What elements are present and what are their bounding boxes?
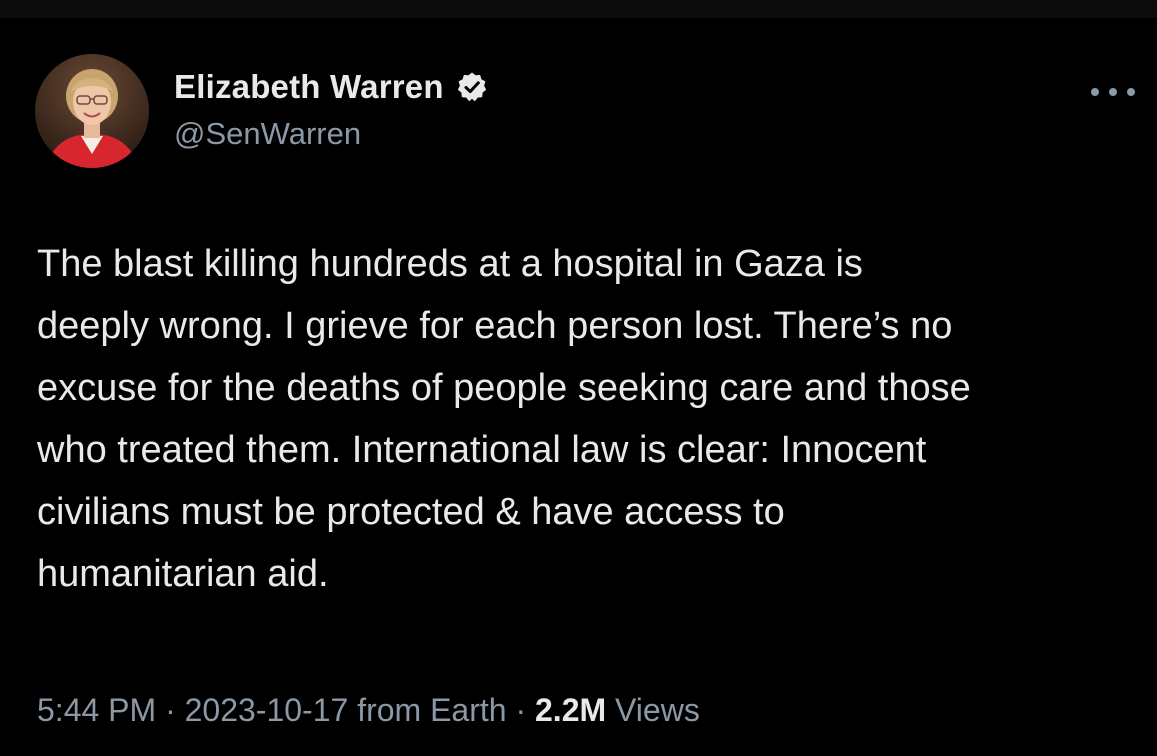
- tweet-text-line: civilians must be protected & have acces…: [37, 491, 785, 533]
- tweet-source: from Earth: [357, 692, 507, 728]
- tweet-text: The blast killing hundreds at a hospital…: [37, 233, 1147, 605]
- more-dot: [1127, 88, 1135, 96]
- tweet-text-line: humanitarian aid.: [37, 553, 329, 595]
- views-count[interactable]: 2.2M: [535, 692, 606, 728]
- avatar[interactable]: [35, 54, 149, 168]
- tweet-text-line: who treated them. International law is c…: [37, 429, 927, 471]
- views-label: Views: [615, 692, 700, 728]
- tweet-card: Elizabeth Warren @SenWarren The blast ki…: [0, 18, 1157, 756]
- meta-separator: ·: [156, 692, 185, 728]
- verified-badge-icon[interactable]: [456, 71, 488, 103]
- tweet-date[interactable]: 2023-10-17: [185, 692, 349, 728]
- avatar-photo: [35, 54, 149, 168]
- tweet-text-line: excuse for the deaths of people seeking …: [37, 367, 971, 409]
- more-dot: [1091, 88, 1099, 96]
- top-edge-strip: [0, 0, 1157, 18]
- more-dot: [1109, 88, 1117, 96]
- tweet-text-line: The blast killing hundreds at a hospital…: [37, 243, 863, 285]
- tweet-text-line: deeply wrong. I grieve for each person l…: [37, 305, 953, 347]
- tweet-meta: 5:44 PM · 2023-10-17 from Earth · 2.2M V…: [37, 692, 700, 729]
- tweet-time[interactable]: 5:44 PM: [37, 692, 156, 728]
- more-options-icon[interactable]: [1091, 82, 1135, 102]
- author-handle[interactable]: @SenWarren: [174, 116, 361, 152]
- author-name-row: Elizabeth Warren: [174, 68, 488, 106]
- meta-separator: ·: [506, 692, 535, 728]
- author-display-name[interactable]: Elizabeth Warren: [174, 68, 444, 106]
